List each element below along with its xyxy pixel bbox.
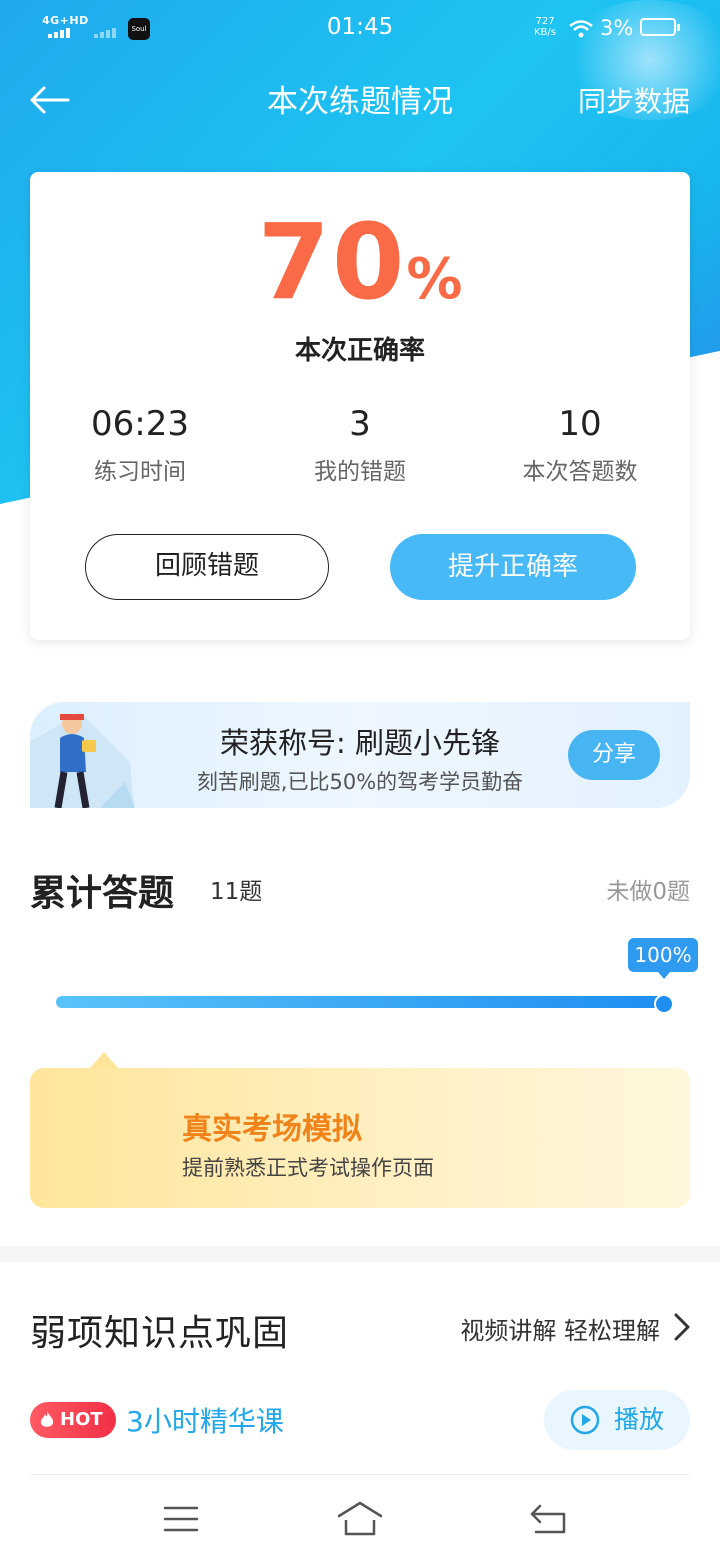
honor-banner[interactable]: 荣获称号: 刷题小先锋 刻苦刷题,已比50%的驾考学员勤奋 分享: [30, 702, 690, 808]
exam-simulation-card[interactable]: 真实考场模拟 提前熟悉正式考试操作页面: [30, 1052, 690, 1208]
honor-title: 荣获称号: 刷题小先锋: [220, 726, 500, 760]
flame-icon: [40, 1411, 54, 1427]
wrong-count-value: 3: [349, 404, 371, 444]
practice-time-label: 练习时间: [94, 459, 186, 485]
home-icon[interactable]: [335, 1498, 385, 1540]
hot-badge: HOT: [30, 1402, 116, 1438]
simulation-title: 真实考场模拟: [182, 1112, 362, 1147]
practice-time-value: 06:23: [91, 404, 189, 444]
course-name[interactable]: 3小时精华课: [126, 1400, 284, 1440]
play-button[interactable]: 播放: [544, 1390, 690, 1450]
result-card: 70% 本次正确率 06:23 练习时间 3 我的错题 10 本次答题数 回顾错…: [30, 172, 690, 640]
cumulative-count: 11题: [210, 879, 263, 905]
honor-subtitle: 刻苦刷题,已比50%的驾考学员勤奋: [196, 770, 524, 794]
rate-label: 本次正确率: [294, 336, 425, 366]
review-mistakes-button[interactable]: 回顾错题: [85, 534, 329, 600]
sync-data-button[interactable]: 同步数据: [578, 82, 690, 122]
video-explain-link[interactable]: 视频讲解 轻松理解: [460, 1311, 660, 1346]
simulation-subtitle: 提前熟悉正式考试操作页面: [182, 1156, 434, 1180]
stat-wrong-count[interactable]: 3 我的错题: [260, 402, 460, 486]
accuracy-rate: 70%: [30, 210, 690, 343]
menu-icon[interactable]: [156, 1498, 206, 1540]
battery-icon: [640, 18, 680, 36]
answered-count-label: 本次答题数: [522, 459, 638, 485]
list-divider: [30, 1474, 690, 1475]
system-navbar: [0, 1478, 720, 1560]
student-figure-icon: [30, 712, 135, 808]
improve-accuracy-button[interactable]: 提升正确率: [390, 534, 636, 600]
weak-points-title: 弱项知识点巩固: [30, 1313, 290, 1354]
wrong-count-label: 我的错题: [314, 459, 406, 485]
section-divider: [0, 1246, 720, 1262]
back-nav-icon[interactable]: [524, 1498, 574, 1540]
share-button[interactable]: 分享: [568, 730, 660, 780]
progress-knob: [654, 994, 674, 1014]
stat-practice-time: 06:23 练习时间: [40, 402, 240, 486]
progress-fill: [56, 996, 666, 1008]
undone-count: 未做0题: [606, 879, 690, 905]
chevron-right-icon[interactable]: [672, 1312, 692, 1342]
play-label: 播放: [614, 1405, 665, 1434]
battery-percent: 3%: [600, 16, 634, 40]
progress-tooltip: 100%: [628, 938, 698, 979]
status-bar: 4G+HD Soul 01:45 727 KB/s 3%: [0, 0, 720, 56]
progress-track: [56, 996, 666, 1008]
answered-count-value: 10: [558, 404, 602, 444]
hot-label: HOT: [60, 1409, 103, 1430]
wifi-icon: [569, 20, 593, 38]
rate-unit: %: [406, 247, 463, 312]
play-icon: [570, 1405, 600, 1435]
cumulative-title: 累计答题: [30, 873, 175, 914]
network-speed: 727 KB/s: [534, 16, 556, 38]
stat-answered-count: 10 本次答题数: [480, 402, 680, 486]
rate-value: 70: [257, 201, 407, 323]
